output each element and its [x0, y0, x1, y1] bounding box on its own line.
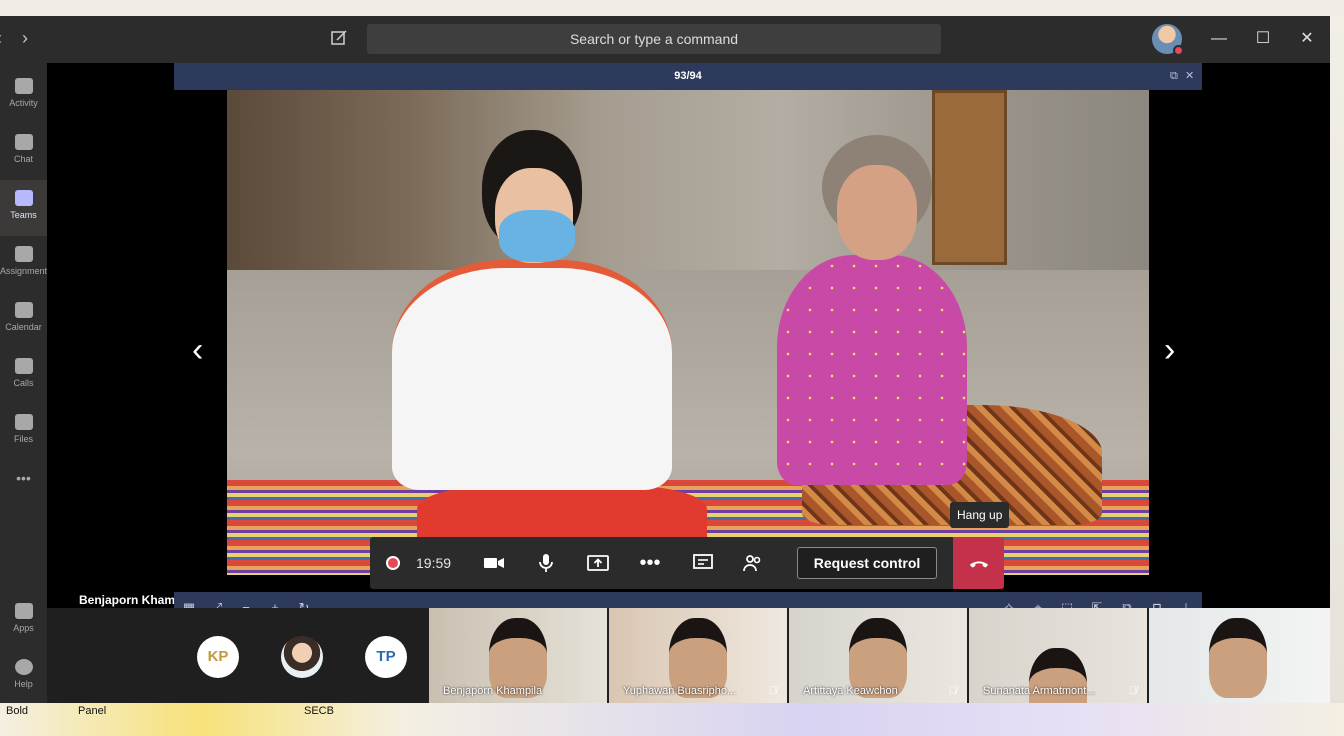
phone-icon	[14, 358, 33, 374]
rail-item-calendar[interactable]: Calendar	[0, 292, 47, 348]
rail-item-chat[interactable]: Chat	[0, 124, 47, 180]
file-icon	[14, 414, 33, 430]
more-options-icon[interactable]: •••	[638, 551, 662, 575]
participant-name: Yuphawan Buasripho...	[623, 685, 737, 697]
assignments-icon	[14, 246, 33, 262]
page-counter: 93/94	[674, 70, 702, 82]
minimize-button[interactable]: —	[1206, 26, 1232, 52]
participant-name: Benjaporn Khampila	[443, 685, 543, 697]
chat-toggle-icon[interactable]	[691, 551, 715, 575]
desktop-icon-label[interactable]: Bold	[6, 705, 28, 717]
desktop-icon-label[interactable]: Panel	[78, 705, 106, 717]
microphone-icon[interactable]	[534, 551, 558, 575]
request-control-button[interactable]: Request control	[797, 547, 937, 579]
participant-tile[interactable]: Sunanata Armatmont... 🎙̸	[969, 608, 1147, 703]
desktop-top-strip	[0, 0, 1344, 16]
help-icon	[14, 659, 33, 675]
close-share-icon[interactable]: ✕	[1185, 63, 1194, 90]
status-busy-icon	[1173, 45, 1184, 56]
participant-name: Artittaya Keawchon	[803, 685, 898, 697]
forward-arrow-icon[interactable]: ›	[22, 28, 28, 49]
restore-icon[interactable]: ⧉	[1170, 63, 1178, 90]
participants-icon[interactable]	[741, 551, 765, 575]
next-slide-icon[interactable]: ›	[1164, 331, 1175, 370]
participant-avatar-photo[interactable]	[281, 636, 323, 678]
calendar-icon	[14, 302, 33, 318]
rail-item-more[interactable]: •••	[0, 470, 47, 526]
bell-icon	[14, 78, 33, 94]
rail-item-calls[interactable]: Calls	[0, 348, 47, 404]
compose-icon[interactable]	[330, 29, 348, 47]
call-controls: 19:59 ••• Request control	[370, 537, 1004, 589]
hang-up-button[interactable]	[953, 537, 1004, 589]
rail-item-teams[interactable]: Teams	[0, 180, 47, 236]
participant-tile[interactable]	[1149, 608, 1330, 703]
rail-item-assignments[interactable]: Assignments	[0, 236, 47, 292]
rail-item-help[interactable]: Help	[0, 649, 47, 705]
back-arrow-icon[interactable]: ‹	[0, 28, 2, 49]
muted-mic-icon: 🎙̸	[1128, 685, 1137, 697]
participant-avatar[interactable]: KP	[197, 636, 239, 678]
hang-up-tooltip: Hang up	[950, 502, 1010, 528]
user-avatar[interactable]	[1152, 24, 1184, 56]
desktop-bottom-strip	[0, 703, 1344, 736]
participant-tile[interactable]: Artittaya Keawchon 🎙̸	[789, 608, 967, 703]
muted-mic-icon: 🎙̸	[768, 685, 777, 697]
rail-item-apps[interactable]: Apps	[0, 593, 47, 649]
participant-tile[interactable]: Benjaporn Khampila	[429, 608, 607, 703]
previous-slide-icon[interactable]: ‹	[192, 331, 203, 370]
chat-icon	[14, 134, 33, 150]
close-button[interactable]: ✕	[1294, 26, 1320, 52]
rail-item-activity[interactable]: Activity	[0, 68, 47, 124]
teams-icon	[14, 190, 33, 206]
participant-name: Sunanata Armatmont...	[983, 685, 1096, 697]
teams-window: ‹ › Search or type a command — ☐ ✕ Activ…	[0, 16, 1330, 703]
participant-avatar[interactable]: TP	[365, 636, 407, 678]
meeting-stage: 93/94 ⧉ ✕ ‹ › Benjaporn Khampila	[47, 63, 1330, 608]
desktop-icon-label[interactable]: SECB	[304, 705, 334, 717]
share-header: 93/94 ⧉ ✕	[174, 63, 1202, 90]
video-person-right	[772, 135, 1102, 535]
call-timer: 19:59	[416, 555, 452, 571]
title-bar: ‹ › Search or type a command — ☐ ✕	[0, 16, 1330, 63]
search-input[interactable]: Search or type a command	[367, 24, 941, 54]
participant-tile[interactable]: Yuphawan Buasripho... 🎙̸	[609, 608, 787, 703]
recording-icon	[386, 556, 400, 570]
app-rail: Activity Chat Teams Assignments Calendar…	[0, 63, 47, 703]
muted-mic-icon: 🎙̸	[948, 685, 957, 697]
share-screen-icon[interactable]	[586, 551, 610, 575]
hang-up-phone-icon	[969, 561, 988, 568]
participant-strip: KP TP Benjaporn Khampila Yuphawan Buasri…	[47, 608, 1330, 703]
camera-icon[interactable]	[482, 551, 506, 575]
rail-item-files[interactable]: Files	[0, 404, 47, 460]
video-person-left	[387, 130, 707, 565]
maximize-button[interactable]: ☐	[1250, 26, 1276, 52]
shared-video	[227, 90, 1149, 575]
apps-icon	[14, 603, 33, 619]
